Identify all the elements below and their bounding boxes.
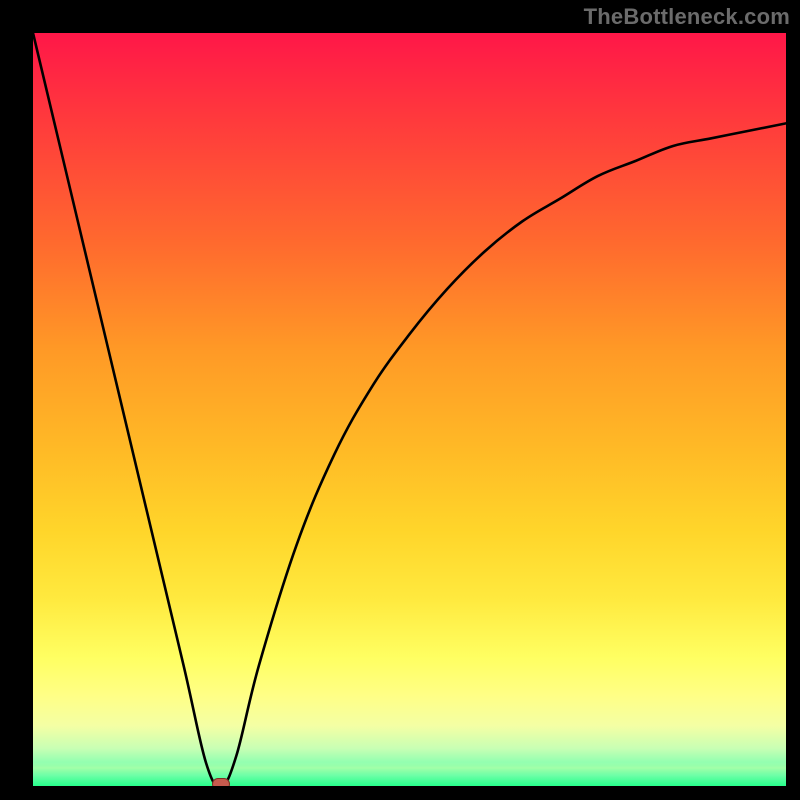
chart-container: TheBottleneck.com — [0, 0, 800, 800]
optimal-point-marker — [212, 778, 230, 786]
bottleneck-curve — [33, 33, 786, 786]
plot-area — [33, 33, 786, 786]
attribution-label: TheBottleneck.com — [584, 4, 790, 30]
